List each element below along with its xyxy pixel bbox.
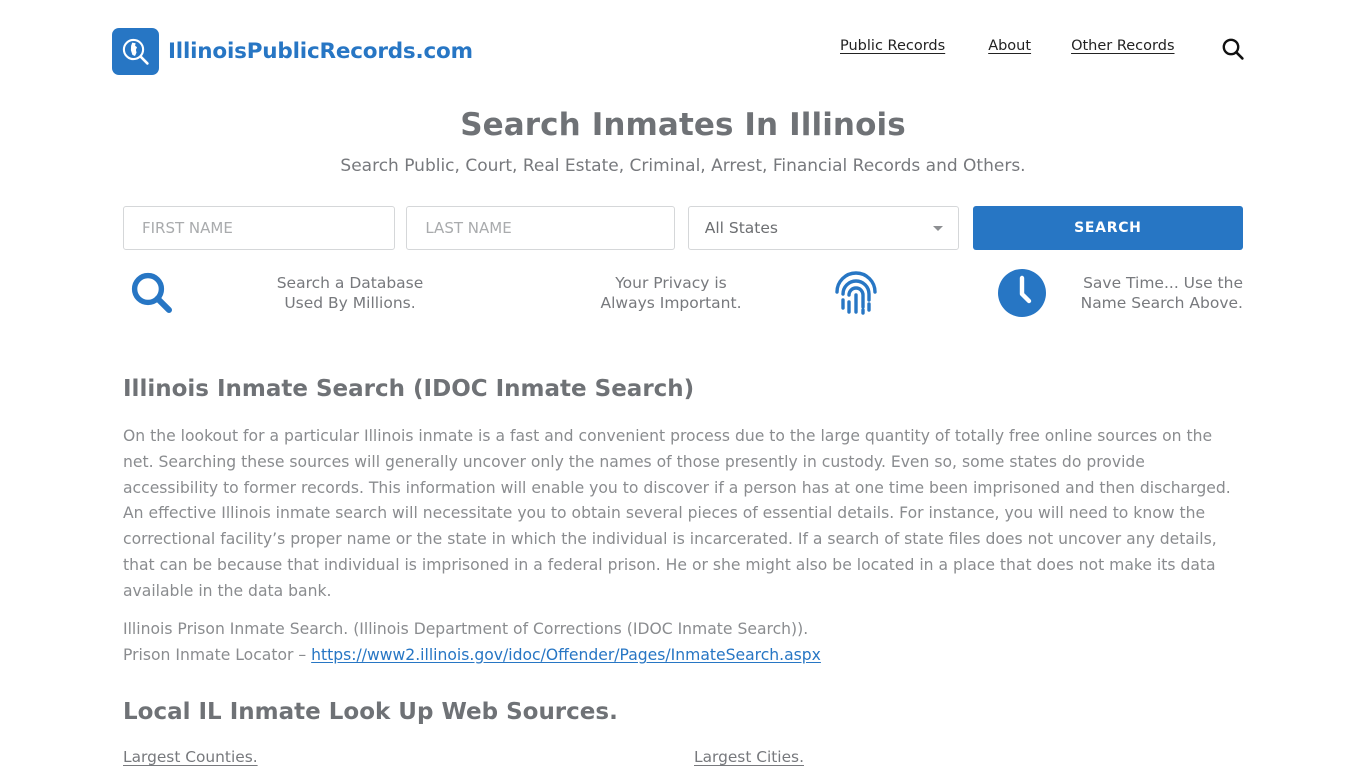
inmate-search-url-link[interactable]: https://www2.illinois.gov/idoc/Offender/…	[311, 646, 821, 664]
section-heading-inmate-search: Illinois Inmate Search (IDOC Inmate Sear…	[123, 376, 695, 402]
article-body: On the lookout for a particular Illinois…	[123, 427, 1231, 600]
state-select-wrapper: All States	[687, 206, 959, 250]
feature-line-2: Name Search Above.	[1080, 294, 1243, 312]
site-logo[interactable]: IllinoisPublicRecords.com	[112, 28, 473, 75]
page-title: Search Inmates In Illinois	[460, 107, 906, 143]
largest-counties-link[interactable]: Largest Counties.	[123, 748, 258, 766]
locator-label: Prison Inmate Locator –	[123, 645, 312, 664]
nav-item-public-records[interactable]: Public Records	[840, 38, 945, 54]
feature-text: Save Time... Use the Name Search Above.	[1081, 273, 1243, 314]
search-icon	[123, 264, 181, 322]
site-header: IllinoisPublicRecords.com Public Records…	[0, 0, 1366, 98]
nav-item-other-records[interactable]: Other Records	[1071, 38, 1174, 54]
section-heading-local-sources: Local IL Inmate Look Up Web Sources.	[123, 699, 618, 725]
feature-item-privacy: Your Privacy is Always Important.	[515, 263, 885, 323]
article-sources: Illinois Prison Inmate Search. (Illinois…	[123, 617, 1236, 669]
search-icon[interactable]	[1220, 36, 1246, 62]
feature-line-2: Always Important.	[600, 294, 742, 312]
page-subtitle: Search Public, Court, Real Estate, Crimi…	[340, 156, 1026, 176]
feature-list: Search a Database Used By Millions. Your…	[123, 263, 1243, 323]
clock-icon	[993, 264, 1051, 322]
state-select[interactable]: All States	[687, 206, 959, 250]
feature-item-save-time: Save Time... Use the Name Search Above.	[885, 263, 1243, 323]
feature-text: Your Privacy is Always Important.	[515, 273, 827, 314]
source-line: Illinois Prison Inmate Search. (Illinois…	[123, 620, 809, 638]
search-form: All States SEARCH	[123, 206, 1243, 250]
page-root: IllinoisPublicRecords.com Public Records…	[0, 0, 1366, 768]
feature-item-database: Search a Database Used By Millions.	[123, 263, 515, 323]
feature-text: Search a Database Used By Millions.	[185, 273, 515, 314]
feature-line-2: Used By Millions.	[284, 294, 416, 312]
fingerprint-icon	[827, 264, 885, 322]
first-name-input[interactable]	[123, 206, 396, 250]
nav-item-about[interactable]: About	[988, 38, 1031, 54]
feature-line-1: Your Privacy is	[615, 273, 727, 292]
site-logo-text: IllinoisPublicRecords.com	[168, 38, 473, 64]
largest-cities-link[interactable]: Largest Cities.	[694, 748, 804, 766]
main-navigation: Public Records About Other Records	[840, 38, 1175, 54]
search-button[interactable]: SEARCH	[972, 206, 1243, 250]
feature-line-1: Save Time... Use the	[1083, 273, 1243, 292]
feature-line-1: Search a Database	[276, 273, 424, 292]
magnifier-illinois-logo-icon	[112, 28, 159, 75]
last-name-input[interactable]	[406, 206, 675, 250]
